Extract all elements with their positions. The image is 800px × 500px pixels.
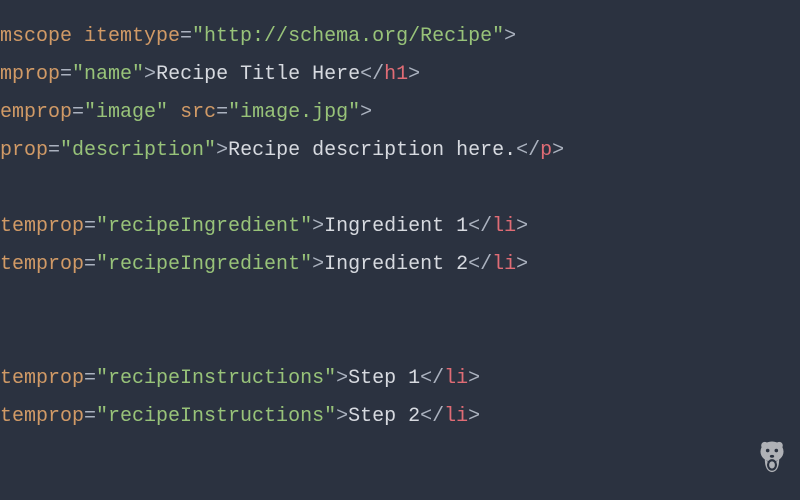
code-token: li — [444, 405, 468, 428]
code-token: > — [516, 215, 528, 238]
code-token: </ — [420, 405, 444, 428]
code-token: itemtype — [84, 25, 180, 48]
code-token: > — [468, 405, 480, 428]
code-token: = — [84, 215, 96, 238]
code-token: > — [408, 63, 420, 86]
code-line: temprop="recipeInstructions">Step 2</li> — [0, 398, 800, 436]
code-token: > — [360, 101, 372, 124]
code-token: li — [492, 253, 516, 276]
code-token: "description" — [60, 139, 216, 162]
code-token: prop — [0, 139, 48, 162]
code-token: </ — [516, 139, 540, 162]
code-line: temprop="recipeIngredient">Ingredient 1<… — [0, 208, 800, 246]
code-token: </ — [468, 253, 492, 276]
code-token: "recipeIngredient" — [96, 253, 312, 276]
code-token: > — [504, 25, 516, 48]
code-token: </ — [420, 367, 444, 390]
code-token: = — [84, 367, 96, 390]
code-token: > — [216, 139, 228, 162]
code-token: > — [312, 215, 324, 238]
code-token: > — [312, 253, 324, 276]
code-line — [0, 284, 800, 322]
code-token: = — [216, 101, 228, 124]
code-line: emprop="image" src="image.jpg"> — [0, 94, 800, 132]
code-token: src — [180, 101, 216, 124]
code-line: mscope itemtype="http://schema.org/Recip… — [0, 18, 800, 56]
code-token: > — [336, 367, 348, 390]
code-token: = — [84, 253, 96, 276]
code-token: mscope — [0, 25, 84, 48]
code-token: </ — [468, 215, 492, 238]
code-token: "name" — [72, 63, 144, 86]
code-line: prop="description">Recipe description he… — [0, 132, 800, 170]
code-token: > — [336, 405, 348, 428]
code-line: temprop="recipeInstructions">Step 1</li> — [0, 360, 800, 398]
code-token: temprop — [0, 367, 84, 390]
code-token: "image.jpg" — [228, 101, 360, 124]
code-token: > — [144, 63, 156, 86]
code-token: = — [84, 405, 96, 428]
code-token: Step 1 — [348, 367, 420, 390]
code-token: > — [516, 253, 528, 276]
code-token: > — [552, 139, 564, 162]
code-token: temprop — [0, 405, 84, 428]
code-token: > — [468, 367, 480, 390]
code-token: temprop — [0, 215, 84, 238]
code-line: temprop="recipeIngredient">Ingredient 2<… — [0, 246, 800, 284]
code-token: Recipe Title Here — [156, 63, 360, 86]
code-token: Ingredient 1 — [324, 215, 468, 238]
code-token: "recipeInstructions" — [96, 405, 336, 428]
code-token: "recipeIngredient" — [96, 215, 312, 238]
code-token: = — [60, 63, 72, 86]
watermark-icon — [754, 439, 790, 490]
code-block: mscope itemtype="http://schema.org/Recip… — [0, 0, 800, 436]
code-token: Recipe description here. — [228, 139, 516, 162]
code-token: li — [492, 215, 516, 238]
code-line: mprop="name">Recipe Title Here</h1> — [0, 56, 800, 94]
code-token: Ingredient 2 — [324, 253, 468, 276]
code-token: "http://schema.org/Recipe" — [192, 25, 504, 48]
code-token: li — [444, 367, 468, 390]
code-token: = — [72, 101, 84, 124]
code-line — [0, 322, 800, 360]
code-line — [0, 170, 800, 208]
code-token: mprop — [0, 63, 60, 86]
code-token: "image" — [84, 101, 168, 124]
code-token: emprop — [0, 101, 72, 124]
code-token: = — [48, 139, 60, 162]
code-token: = — [180, 25, 192, 48]
code-token: temprop — [0, 253, 84, 276]
code-token: "recipeInstructions" — [96, 367, 336, 390]
code-token: h1 — [384, 63, 408, 86]
code-token: </ — [360, 63, 384, 86]
code-token — [168, 101, 180, 124]
code-token: p — [540, 139, 552, 162]
code-token: Step 2 — [348, 405, 420, 428]
